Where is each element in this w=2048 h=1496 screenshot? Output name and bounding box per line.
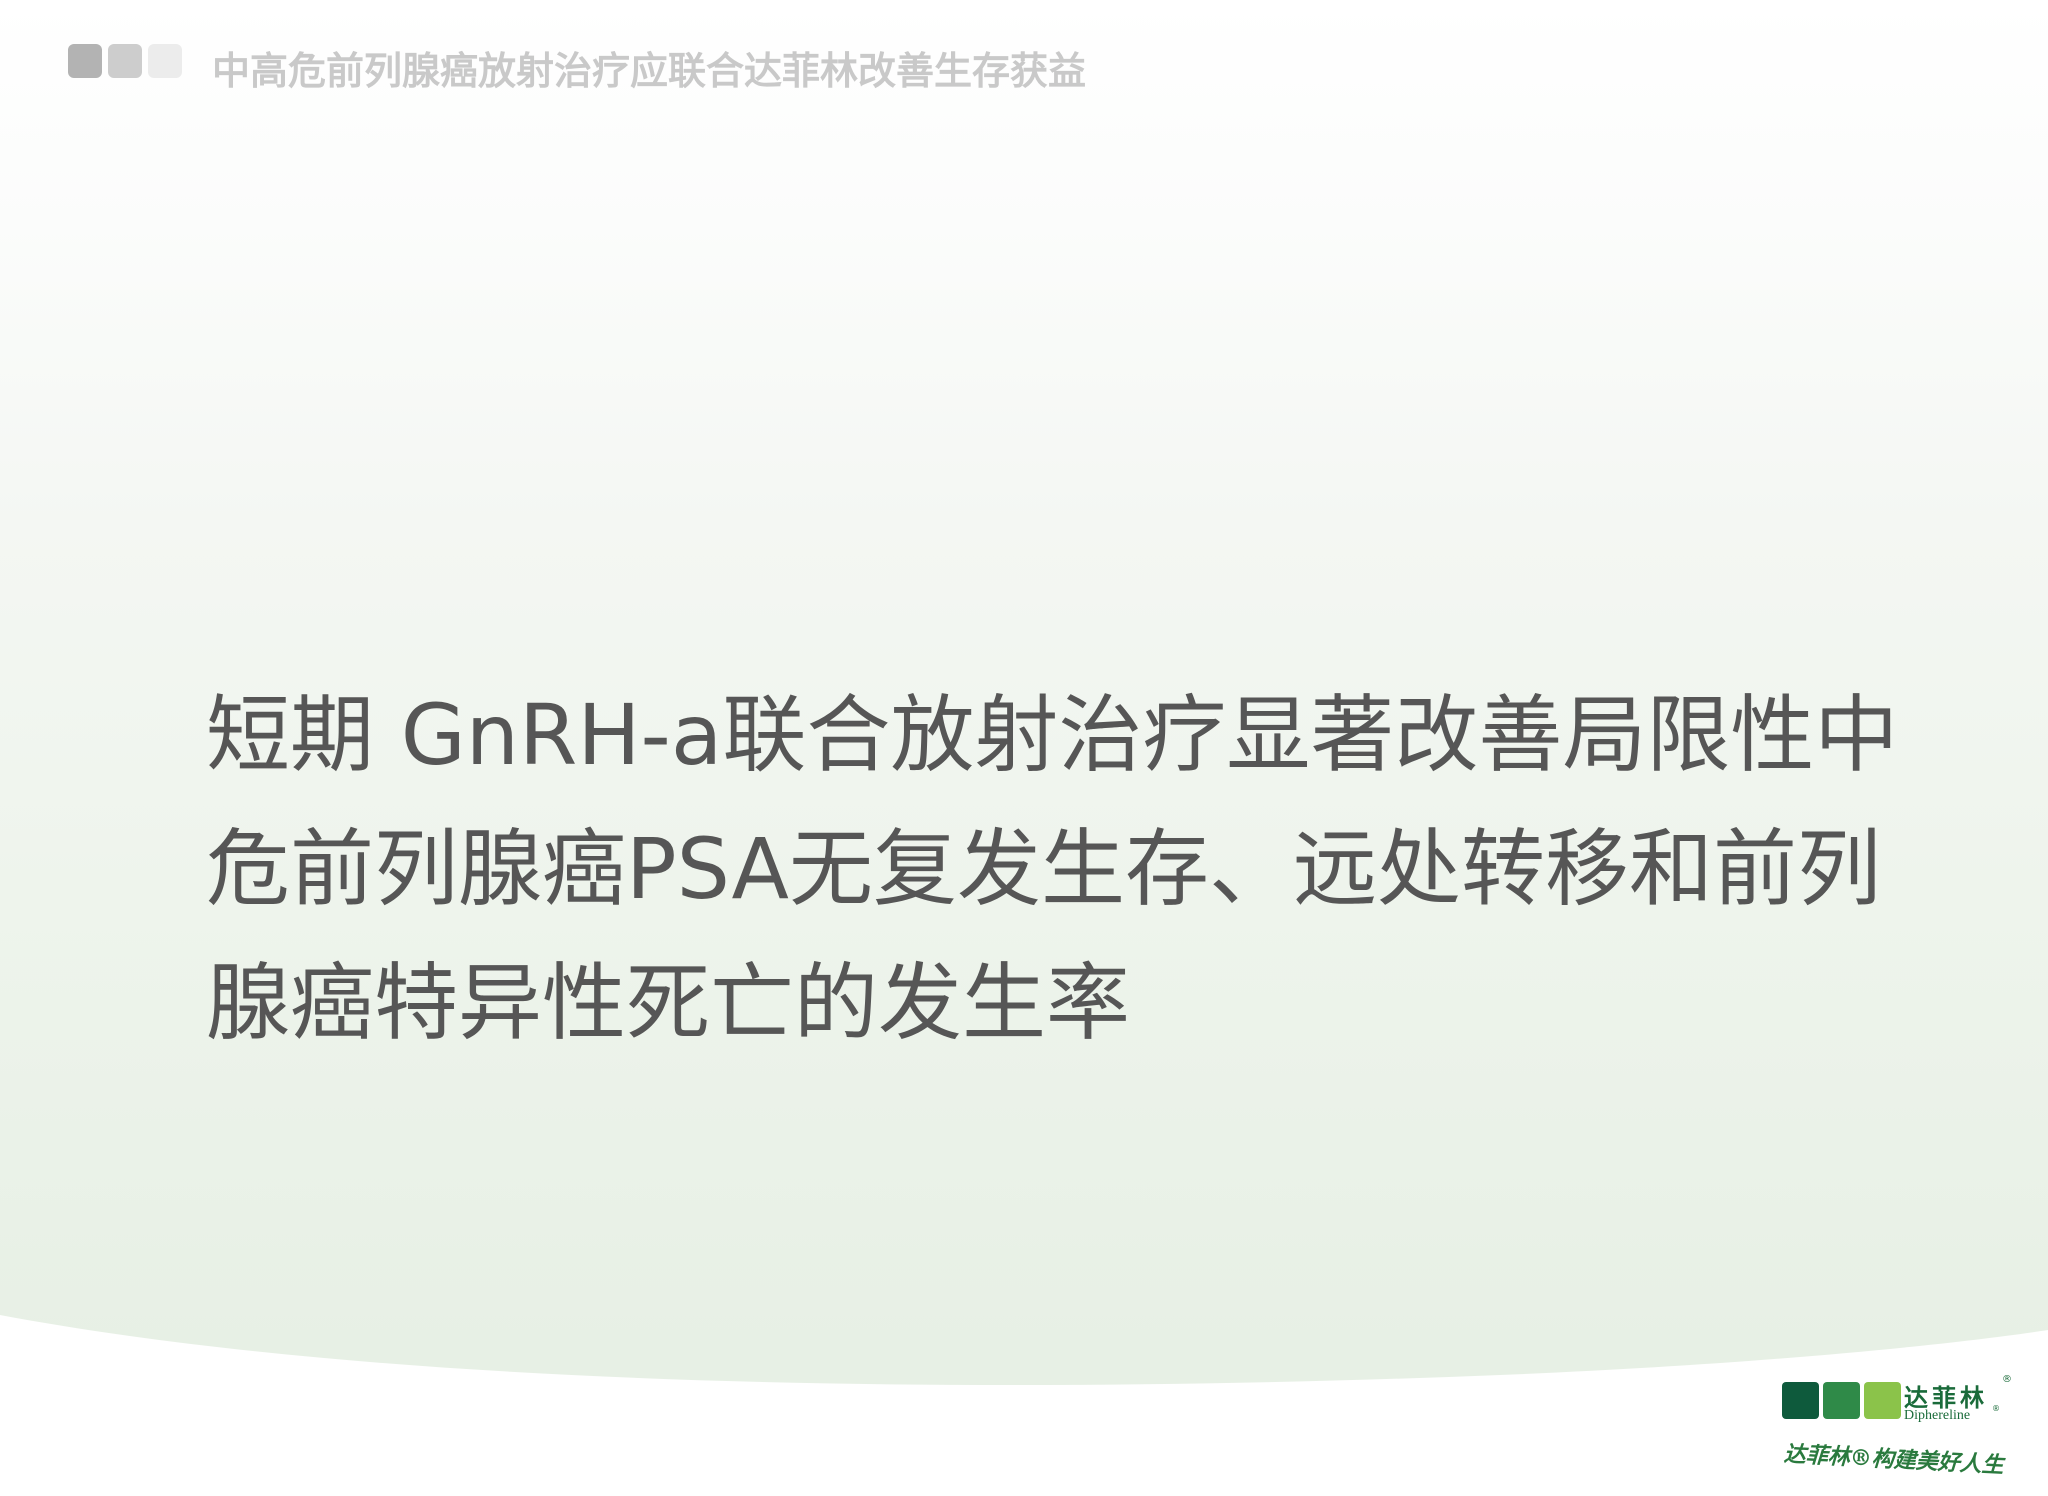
logo-english-name: Diphereline — [1904, 1408, 1971, 1423]
logo-block-mid-green — [1823, 1382, 1860, 1419]
header-square-light — [148, 44, 182, 78]
main-statement-line-1: 短期 GnRH-a联合放射治疗显著改善局限性中 — [206, 686, 1899, 784]
logo-registered-mark-small: ® — [1992, 1404, 2000, 1413]
diphereline-logo: 达菲林 ® Diphereline ® 达菲林®构建美好人生 — [1780, 1374, 2020, 1479]
header-square-dark — [68, 44, 102, 78]
logo-color-blocks — [1782, 1382, 1901, 1419]
header-square-mid — [108, 44, 142, 78]
logo-block-dark-green — [1782, 1382, 1819, 1419]
main-statement: 短期 GnRH-a联合放射治疗显著改善局限性中 危前列腺癌PSA无复发生存、远处… — [206, 668, 1899, 1070]
header-decoration-squares — [68, 44, 182, 78]
main-statement-line-2: 危前列腺癌PSA无复发生存、远处转移和前列 — [206, 820, 1881, 918]
slide: 中高危前列腺癌放射治疗应联合达菲林改善生存获益 短期 GnRH-a联合放射治疗显… — [0, 0, 2048, 1496]
main-statement-line-3: 腺癌特异性死亡的发生率 — [206, 954, 1131, 1052]
logo-slogan: 达菲林®构建美好人生 — [1783, 1441, 2005, 1479]
logo-registered-mark: ® — [2002, 1374, 2012, 1385]
header-title: 中高危前列腺癌放射治疗应联合达菲林改善生存获益 — [212, 49, 1087, 93]
logo-block-light-green — [1864, 1382, 1901, 1419]
